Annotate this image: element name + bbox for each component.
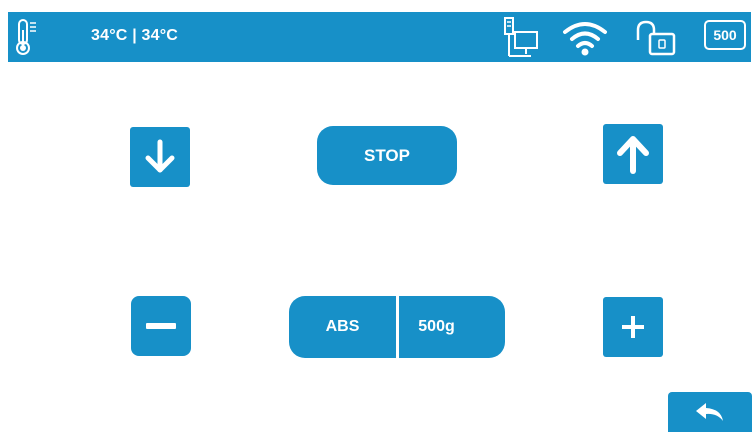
status-bar: 34°C | 34°C 500 [8, 12, 751, 62]
arrow-up-icon [617, 136, 649, 174]
network-icon [504, 17, 538, 57]
material-selector[interactable]: ABS 500g [289, 296, 505, 358]
minus-icon [146, 323, 176, 329]
wifi-icon [563, 22, 607, 56]
move-down-button[interactable] [130, 127, 190, 187]
stop-button[interactable]: STOP [317, 126, 457, 185]
weight-label: 500g [418, 318, 455, 335]
counter-badge: 500 [704, 20, 746, 50]
plus-icon [622, 316, 644, 338]
thermometer-icon [16, 19, 36, 55]
temperature-readout: 34°C | 34°C [91, 27, 179, 44]
back-arrow-icon [696, 403, 723, 421]
unlock-icon [636, 20, 676, 56]
decrease-button[interactable] [131, 296, 191, 356]
back-button[interactable] [668, 392, 752, 432]
material-label: ABS [325, 318, 360, 335]
arrow-down-icon [145, 139, 175, 173]
move-up-button[interactable] [603, 124, 663, 184]
increase-button[interactable] [603, 297, 663, 357]
